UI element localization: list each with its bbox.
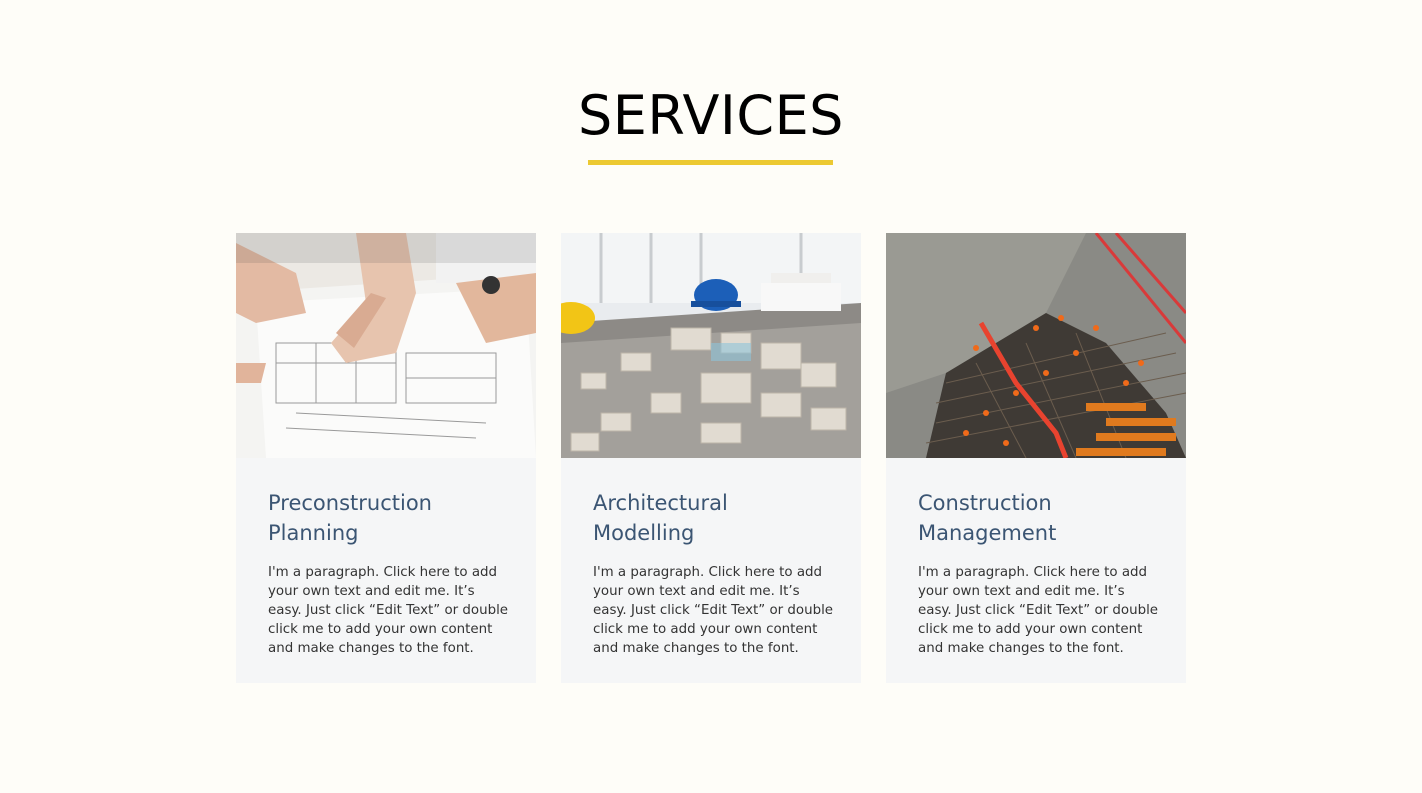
services-heading-wrap: SERVICES — [0, 80, 1422, 152]
service-card-management[interactable]: Construction Management I'm a paragraph.… — [886, 233, 1186, 683]
service-card-modelling[interactable]: Architectural Modelling I'm a paragraph.… — [561, 233, 861, 683]
architecture-model-photo[interactable] — [561, 233, 861, 458]
service-description: I'm a paragraph. Click here to add your … — [593, 565, 834, 656]
title-underline — [588, 160, 833, 165]
blueprint-photo[interactable] — [236, 233, 536, 458]
service-description: I'm a paragraph. Click here to add your … — [918, 565, 1159, 656]
service-title: Construction Management — [918, 491, 1057, 545]
service-title: Architectural Modelling — [593, 491, 728, 545]
construction-site-photo[interactable] — [886, 233, 1186, 458]
service-title: Preconstruction Planning — [268, 491, 432, 545]
service-card-preconstruction[interactable]: Preconstruction Planning I'm a paragraph… — [236, 233, 536, 683]
service-description: I'm a paragraph. Click here to add your … — [268, 565, 509, 656]
services-grid: Preconstruction Planning I'm a paragraph… — [236, 233, 1186, 683]
page-title: SERVICES — [578, 84, 844, 147]
